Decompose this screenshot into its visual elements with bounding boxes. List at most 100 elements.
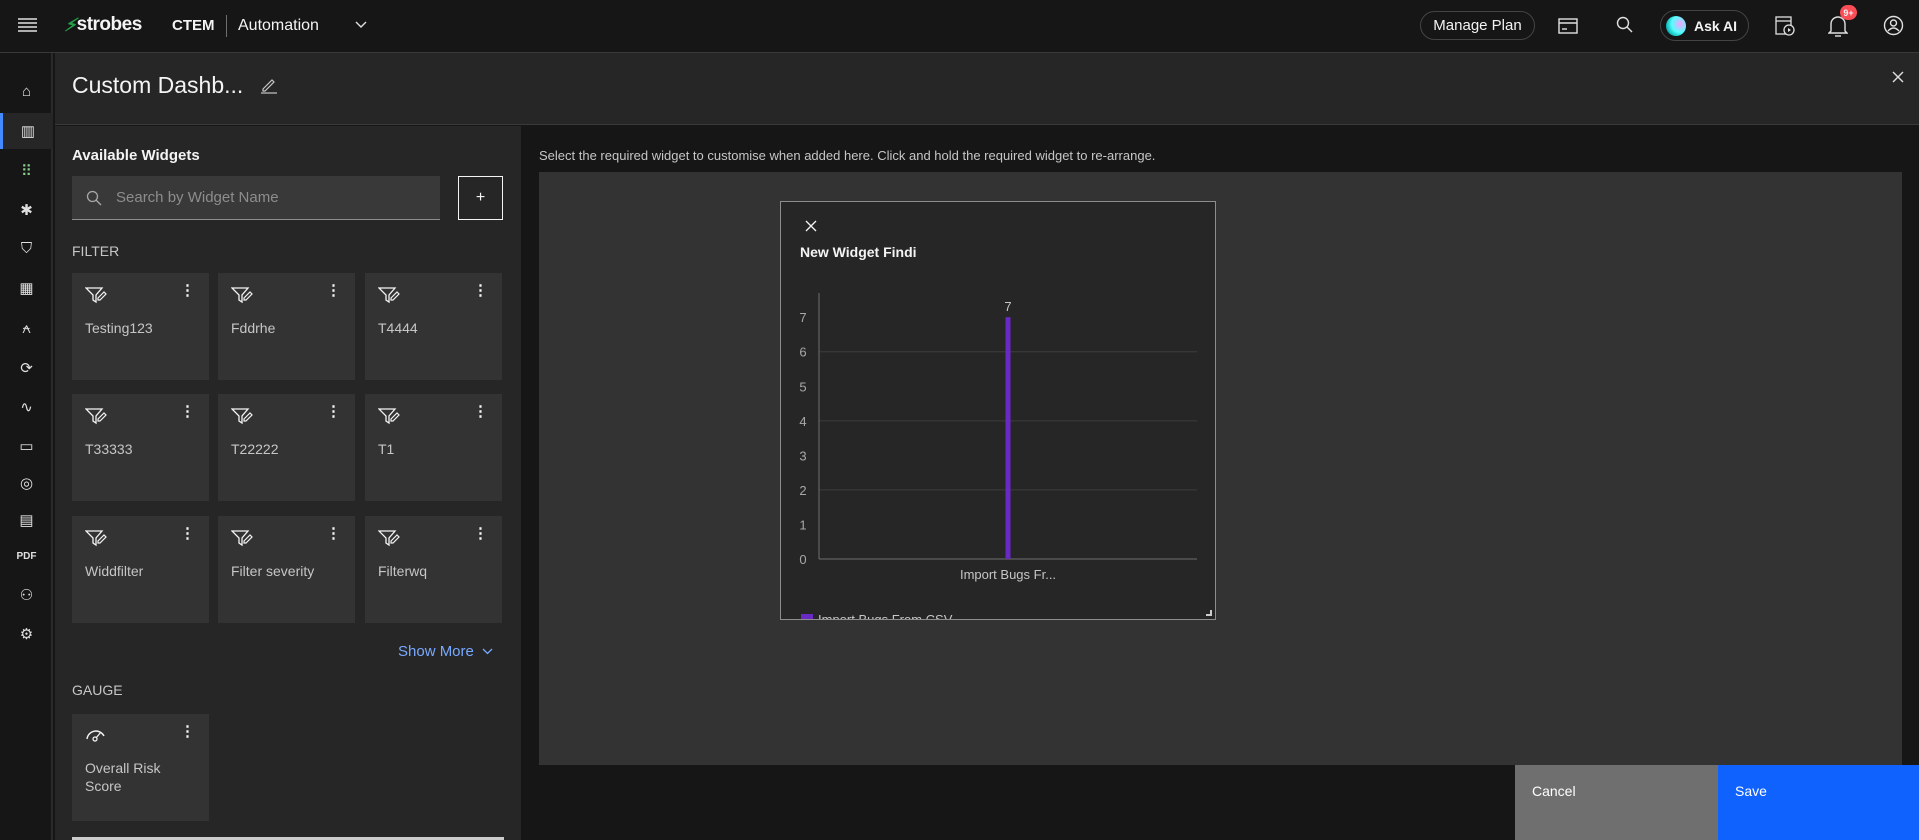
overflow-menu-icon[interactable]: ⋮ [180,402,195,420]
workspace-selector[interactable]: Automation [238,17,319,35]
ticket-icon[interactable]: ▭ [0,428,53,464]
chart-legend[interactable]: Import Bugs From CSV [801,612,953,620]
filter-edit-icon [85,407,107,425]
widget-card-label: T1 [378,441,395,457]
widget-card-label: Filter severity [231,563,315,579]
legend-label: Import Bugs From CSV [818,612,953,620]
widget-card-label: Testing123 [85,320,153,336]
scheduled-report-icon[interactable] [1775,16,1795,36]
cancel-button[interactable]: Cancel [1515,765,1718,840]
widget-card-label: Widdfilter [85,563,144,579]
side-navigation: ⌂ ▥ ⠿ ✱ ⛉ ▦ ⍲ ⟳ ∿ ▭ ◎ ▤ PDF ⚇ ⚙ [0,53,53,840]
y-tick-label: 3 [799,448,806,463]
close-icon[interactable] [1892,71,1904,83]
filter-edit-icon [378,286,400,304]
panel-title: Available Widgets [72,147,200,164]
widget-card-filter[interactable]: ⋮ Testing123 [72,273,209,380]
report-columns-icon[interactable]: ▤ [0,502,53,538]
bar [1005,317,1011,559]
data-label: 7 [1004,299,1011,314]
y-tick-label: 5 [799,379,806,394]
widget-card-filter[interactable]: ⋮ T33333 [72,394,209,501]
users-icon[interactable]: ⚇ [0,577,53,613]
hierarchy-icon[interactable]: ⍲ [0,310,53,346]
widget-card-filter[interactable]: ⋮ Filterwq [365,516,502,623]
filter-section-label: FILTER [72,243,120,259]
widget-card-label: T22222 [231,441,279,457]
shield-check-icon[interactable]: ⛉ [0,230,53,266]
filter-edit-icon [231,529,253,547]
overflow-menu-icon[interactable]: ⋮ [473,281,488,299]
add-widget-button[interactable]: + [458,176,503,220]
legend-swatch [801,613,813,619]
overflow-menu-icon[interactable]: ⋮ [473,524,488,542]
widget-card-filter[interactable]: ⋮ T4444 [365,273,502,380]
overflow-menu-icon[interactable]: ⋮ [326,402,341,420]
filter-edit-icon [85,529,107,547]
search-icon [86,190,102,206]
widget-card-filter[interactable]: ⋮ Widdfilter [72,516,209,623]
y-tick-label: 1 [799,517,806,532]
bolt-icon: ⚡︎ [64,14,77,35]
search-placeholder: Search by Widget Name [116,189,279,206]
widget-card-label: Fddrhe [231,320,276,336]
overflow-menu-icon[interactable]: ⋮ [473,402,488,420]
bug-icon[interactable]: ✱ [0,192,53,228]
available-widgets-panel: Available Widgets Search by Widget Name … [55,126,521,840]
canvas-instruction: Select the required widget to customise … [539,148,1156,163]
filter-edit-icon [378,407,400,425]
table-icon[interactable]: ▦ [0,270,53,306]
widget-card-gauge[interactable]: ⋮ Overall Risk Score [72,714,209,821]
widget-card-label: T4444 [378,320,418,336]
ask-ai-button[interactable]: Ask AI [1660,10,1749,41]
overflow-menu-icon[interactable]: ⋮ [180,524,195,542]
widget-card-filter[interactable]: ⋮ T22222 [218,394,355,501]
widget-search-input[interactable]: Search by Widget Name [72,176,440,220]
filter-edit-icon [231,407,253,425]
save-button[interactable]: Save [1718,765,1919,840]
overflow-menu-icon[interactable]: ⋮ [326,281,341,299]
search-icon[interactable] [1616,16,1634,34]
chart-widget[interactable]: New Widget Findi 0 1 2 3 4 5 6 7 7 Import Bugs Fr… [780,201,1216,620]
chevron-down-icon[interactable] [355,21,367,29]
y-tick-label: 2 [799,483,806,498]
widget-card-filter[interactable]: ⋮ Fddrhe [218,273,355,380]
gauge-section-label: GAUGE [72,682,123,698]
billing-card-icon[interactable] [1558,18,1578,34]
widget-card-filter[interactable]: ⋮ Filter severity [218,516,355,623]
user-profile-icon[interactable] [1883,15,1904,36]
settings-gear-icon[interactable]: ⚙ [0,616,53,652]
filter-edit-icon [85,286,107,304]
filter-edit-icon [231,286,253,304]
overflow-menu-icon[interactable]: ⋮ [180,281,195,299]
home-icon[interactable]: ⌂ [0,73,53,109]
notification-badge: 9+ [1840,5,1857,20]
bar-chart: 0 1 2 3 4 5 6 7 7 Import Bugs Fr... [799,293,1197,582]
strobes-logo[interactable]: ⚡︎ strobes [64,14,142,36]
dashboard-canvas[interactable] [539,172,1902,765]
page-header: Custom Dashb... [55,53,1919,125]
top-bar: ⚡︎ strobes CTEM Automation Manage Plan A… [0,0,1919,53]
widget-card-label: T33333 [85,441,133,457]
show-more-link[interactable]: Show More [398,643,493,660]
pdf-icon[interactable]: PDF [0,538,53,574]
y-tick-label: 4 [799,414,806,429]
hamburger-menu-icon[interactable] [18,18,38,32]
widget-card-label: Filterwq [378,563,428,579]
product-name: CTEM [172,17,215,34]
overflow-menu-icon[interactable]: ⋮ [180,722,195,740]
apps-grid-icon[interactable]: ⠿ [0,153,53,189]
edit-pencil-icon[interactable] [260,76,278,94]
automation-icon[interactable]: ⟳ [0,350,53,386]
gauge-icon [85,727,107,743]
security-settings-icon[interactable]: ◎ [0,465,53,501]
widget-card-filter[interactable]: ⋮ T1 [365,394,502,501]
overflow-menu-icon[interactable]: ⋮ [326,524,341,542]
x-tick-label: Import Bugs Fr... [960,567,1056,582]
widget-card-label: Overall Risk Score [85,760,161,794]
activity-icon[interactable]: ∿ [0,389,53,425]
ai-orb-icon [1666,15,1686,36]
dashboard-icon[interactable]: ▥ [0,113,53,149]
resize-handle-icon[interactable] [1206,610,1212,616]
manage-plan-button[interactable]: Manage Plan [1420,11,1535,40]
